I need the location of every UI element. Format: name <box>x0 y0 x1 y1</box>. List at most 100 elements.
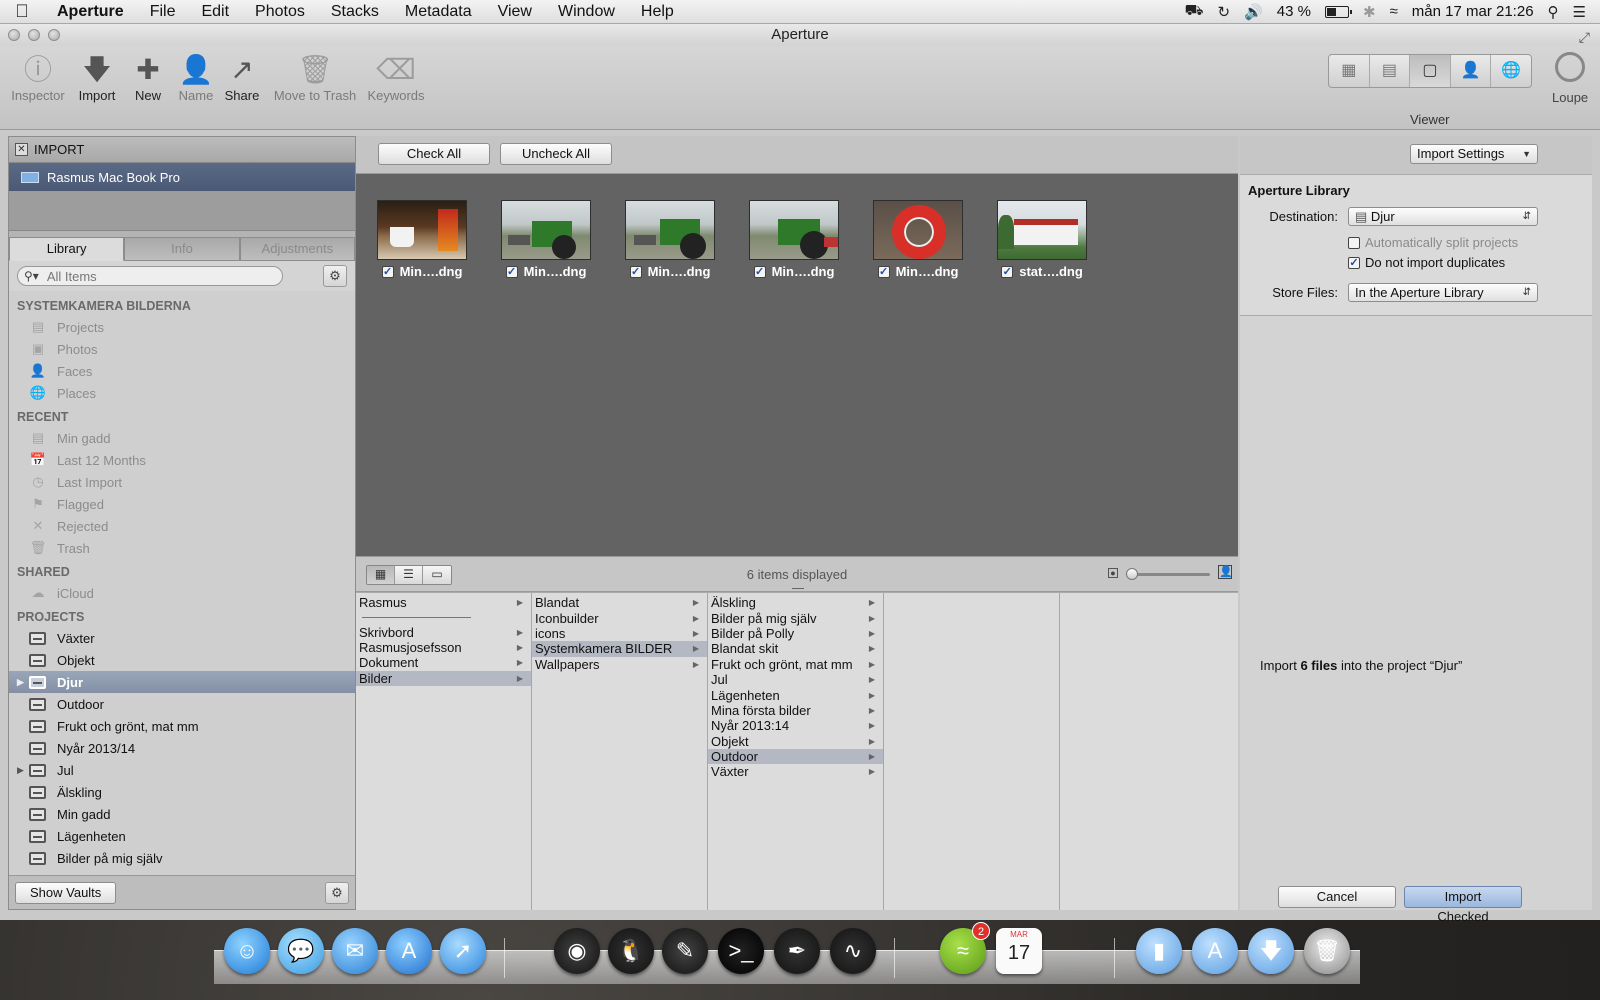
no-duplicates-option[interactable]: ✓ Do not import duplicates <box>1348 255 1505 270</box>
vault-action-gear-icon[interactable]: ⚙ <box>325 881 349 904</box>
uncheck-all-button[interactable]: Uncheck All <box>500 143 612 165</box>
thumbnail-checkbox[interactable]: ✓ <box>1001 265 1014 278</box>
viewer-view-icon[interactable]: ▢ <box>1410 55 1451 87</box>
minimize-window-button[interactable] <box>28 29 40 41</box>
project-item-lagenheten[interactable]: Lägenheten <box>9 825 355 847</box>
share-button[interactable]: ↗ Share <box>220 52 264 103</box>
keywords-button[interactable]: ⌫ Keywords <box>366 52 426 103</box>
folder-item[interactable]: Växter ▶ <box>708 764 883 779</box>
thumbnail-checkbox[interactable]: ✓ <box>381 265 394 278</box>
recent-item-rejected[interactable]: ✕ Rejected <box>9 515 355 537</box>
downloads-folder-icon[interactable]: 🡇 <box>1248 928 1294 974</box>
project-item-alskling[interactable]: Älskling <box>9 781 355 803</box>
cancel-button[interactable]: Cancel <box>1278 886 1396 908</box>
truck-icon[interactable]: ⛟ <box>1185 2 1204 21</box>
filmstrip-view-icon[interactable]: ▤ <box>1370 55 1411 87</box>
safari-icon[interactable]: ➚ <box>440 928 486 974</box>
library-item-faces[interactable]: 👤 Faces <box>9 360 355 382</box>
folder-item[interactable]: Bilder på Polly ▶ <box>708 626 883 641</box>
volume-icon[interactable]: 🔊 <box>1244 3 1263 21</box>
battery-percent[interactable]: 43 % <box>1277 3 1311 20</box>
folder-item[interactable]: Iconbuilder ▶ <box>532 610 707 626</box>
destination-popup[interactable]: ▤ Djur ⇵ <box>1348 207 1538 226</box>
folder-item[interactable]: Frukt och grönt, mat mm ▶ <box>708 657 883 672</box>
grid-view-icon[interactable]: ▦ <box>1329 55 1370 87</box>
clock[interactable]: mån 17 mar 21:26 <box>1412 3 1534 20</box>
thumbnail-checkbox[interactable]: ✓ <box>753 265 766 278</box>
check-all-button[interactable]: Check All <box>378 143 490 165</box>
menu-edit[interactable]: Edit <box>188 0 242 24</box>
trash-icon[interactable]: 🗑 <box>1304 928 1350 974</box>
recent-item-flagged[interactable]: ⚑ Flagged <box>9 493 355 515</box>
shared-item-icloud[interactable]: ☁ iCloud <box>9 582 355 604</box>
aperture-icon[interactable]: ◉ <box>554 928 600 974</box>
project-item-bilder-pa-mig-sjalv[interactable]: Bilder på mig själv <box>9 847 355 869</box>
menu-stacks[interactable]: Stacks <box>318 0 392 24</box>
tab-info[interactable]: Info <box>124 237 240 261</box>
documents-stack-icon[interactable]: ▮ <box>1136 928 1182 974</box>
recent-item-last-12-months[interactable]: 📅 Last 12 Months <box>9 449 355 471</box>
inspector-button[interactable]: ⓘ Inspector <box>10 52 66 103</box>
time-machine-icon[interactable]: ↻ <box>1218 3 1231 21</box>
folder-item[interactable]: Blandat ▶ <box>532 595 707 610</box>
new-button[interactable]: ✚ New <box>128 52 168 103</box>
folder-item[interactable]: Wallpapers ▶ <box>532 657 707 672</box>
linux-penguin-icon[interactable]: 🐧 <box>608 928 654 974</box>
wifi-icon[interactable]: ≈ <box>1390 3 1398 20</box>
pen-tool-icon[interactable]: ✒ <box>774 928 820 974</box>
project-item-nyar[interactable]: Nyår 2013/14 <box>9 737 355 759</box>
apple-icon[interactable]:  <box>0 1 44 22</box>
applications-folder-icon[interactable]: A <box>1192 928 1238 974</box>
thumbnail-item[interactable]: ✓ stat….dng <box>996 200 1088 279</box>
close-import-icon[interactable]: ✕ <box>15 143 28 156</box>
thumbnail-checkbox[interactable]: ✓ <box>877 265 890 278</box>
thumbnail-item[interactable]: ✓ Min….dng <box>624 200 716 279</box>
import-button[interactable]: 🡇 Import <box>72 52 122 103</box>
import-source-device[interactable]: Rasmus Mac Book Pro <box>9 163 355 191</box>
activity-monitor-icon[interactable]: ∿ <box>830 928 876 974</box>
folder-item[interactable]: Nyår 2013:14 ▶ <box>708 718 883 733</box>
project-item-min-gadd[interactable]: Min gadd <box>9 803 355 825</box>
project-item-djur[interactable]: ▶ Djur <box>9 671 355 693</box>
auto-split-checkbox[interactable] <box>1348 236 1360 249</box>
spotlight-icon[interactable]: ⚲ <box>1548 3 1559 21</box>
project-item-frukt[interactable]: Frukt och grönt, mat mm <box>9 715 355 737</box>
menu-metadata[interactable]: Metadata <box>392 0 485 24</box>
tab-adjustments[interactable]: Adjustments <box>239 237 355 261</box>
library-item-photos[interactable]: ▣ Photos <box>9 338 355 360</box>
no-duplicates-checkbox[interactable]: ✓ <box>1348 256 1360 269</box>
tab-library[interactable]: Library <box>9 237 125 261</box>
folder-item[interactable]: Älskling ▶ <box>708 595 883 610</box>
thumbnail-checkbox[interactable]: ✓ <box>505 265 518 278</box>
thumbnail-item[interactable]: ✓ Min….dng <box>500 200 592 279</box>
library-search-input[interactable]: ⚲▾ All Items <box>17 266 283 286</box>
fullscreen-icon[interactable]: ⤢ <box>1579 26 1590 48</box>
faces-view-icon[interactable]: 👤 <box>1451 55 1492 87</box>
library-item-projects[interactable]: ▤ Projects <box>9 316 355 338</box>
store-files-popup[interactable]: In the Aperture Library ⇵ <box>1348 283 1538 302</box>
folder-item[interactable]: Bilder på mig själv ▶ <box>708 610 883 626</box>
app-store-icon[interactable]: A <box>386 928 432 974</box>
menu-photos[interactable]: Photos <box>242 0 318 24</box>
script-editor-icon[interactable]: ✎ <box>662 928 708 974</box>
thumbnail-size-slider[interactable]: ● 👤 <box>1108 565 1233 583</box>
battery-icon[interactable] <box>1324 5 1352 18</box>
show-vaults-button[interactable]: Show Vaults <box>15 881 117 904</box>
menu-view[interactable]: View <box>485 0 545 24</box>
name-button[interactable]: 👤 Name <box>176 52 216 103</box>
spotify-icon[interactable]: ≈2 <box>940 922 990 974</box>
close-window-button[interactable] <box>8 29 20 41</box>
messages-icon[interactable]: 💬 <box>278 928 324 974</box>
recent-item-last-import[interactable]: ◷ Last Import <box>9 471 355 493</box>
folder-item[interactable]: Skrivbord ▶ <box>356 624 531 640</box>
thumbnail-item[interactable]: ✓ Min….dng <box>376 200 468 279</box>
menu-app-name[interactable]: Aperture <box>44 0 137 24</box>
auto-split-option[interactable]: Automatically split projects <box>1348 235 1518 250</box>
recent-item-trash[interactable]: 🗑 Trash <box>9 537 355 559</box>
menu-help[interactable]: Help <box>628 0 687 24</box>
menu-window[interactable]: Window <box>545 0 628 24</box>
folder-item[interactable]: Dokument ▶ <box>356 655 531 670</box>
disclosure-triangle-icon[interactable]: ▶ <box>17 677 24 688</box>
thumbnail-item[interactable]: ✓ Min….dng <box>748 200 840 279</box>
folder-item[interactable]: icons ▶ <box>532 626 707 641</box>
